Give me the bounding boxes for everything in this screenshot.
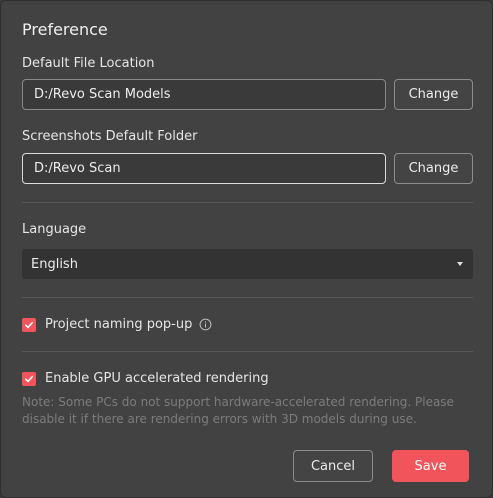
- gpu-rendering-option: Enable GPU accelerated rendering: [22, 371, 269, 386]
- change-screenshots-folder-button[interactable]: Change: [394, 153, 473, 184]
- language-selected-value: English: [31, 256, 78, 272]
- caret-down-icon: [457, 262, 463, 266]
- checkmark-icon: [25, 375, 34, 382]
- language-label: Language: [22, 222, 87, 237]
- gpu-rendering-checkbox[interactable]: [22, 371, 36, 386]
- cancel-button[interactable]: Cancel: [293, 450, 373, 482]
- gpu-rendering-label: Enable GPU accelerated rendering: [45, 371, 269, 386]
- checkmark-icon: [25, 321, 34, 328]
- project-naming-label: Project naming pop-up: [45, 317, 193, 332]
- dialog-title: Preference: [22, 20, 108, 39]
- info-icon[interactable]: [199, 318, 212, 331]
- project-naming-checkbox[interactable]: [22, 317, 36, 332]
- gpu-rendering-note: Note: Some PCs do not support hardware-a…: [22, 395, 454, 426]
- project-naming-option: Project naming pop-up: [22, 317, 212, 332]
- screenshots-folder-label: Screenshots Default Folder: [22, 129, 198, 144]
- save-button[interactable]: Save: [392, 450, 469, 482]
- divider: [22, 202, 473, 203]
- change-file-location-button[interactable]: Change: [394, 79, 473, 110]
- file-location-input[interactable]: [22, 79, 386, 110]
- preference-dialog: Preference Default File Location Change …: [0, 0, 493, 498]
- file-location-label: Default File Location: [22, 56, 155, 71]
- divider: [22, 297, 473, 298]
- divider: [22, 351, 473, 352]
- language-select[interactable]: English: [22, 249, 473, 279]
- screenshots-folder-input[interactable]: [22, 153, 386, 184]
